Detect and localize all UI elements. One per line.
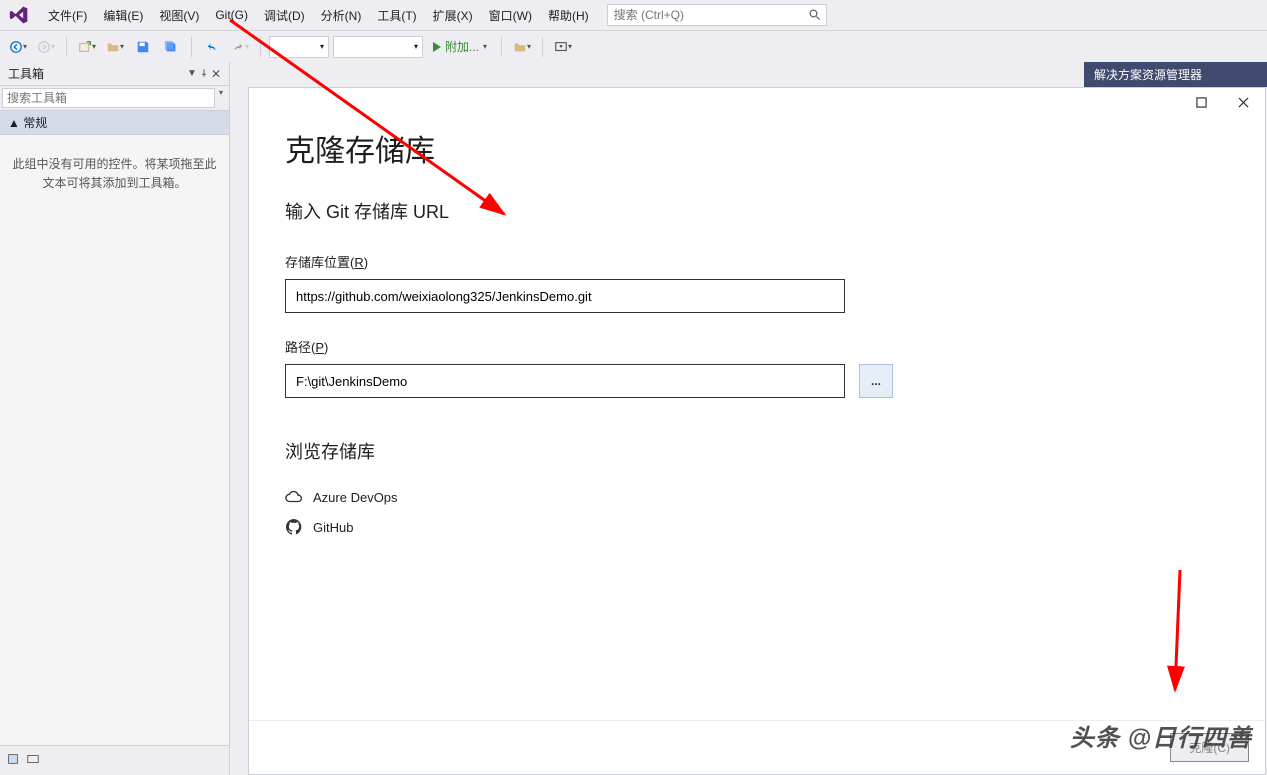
toolbox-panel: 工具箱 ▼ ✕ ▾ ▲ 常规 此组中没有可用的控件。将某项拖至此文本可将其添加到… (0, 62, 230, 775)
toolbox-search-input[interactable] (2, 88, 215, 108)
redo-icon[interactable]: ▾ (228, 35, 252, 59)
global-search[interactable] (607, 4, 827, 26)
provider-azure-label: Azure DevOps (313, 490, 398, 505)
dropdown-icon[interactable]: ▼ (187, 68, 197, 79)
close-icon[interactable] (1229, 91, 1257, 113)
attach-button[interactable]: 附加...▾ (427, 35, 493, 59)
footer-icon-2[interactable] (26, 752, 40, 769)
browse-path-button[interactable]: ... (859, 364, 893, 398)
toolbox-search: ▾ (0, 86, 229, 111)
undo-icon[interactable] (200, 35, 224, 59)
clone-titlebar (249, 88, 1265, 116)
path-input[interactable] (285, 364, 845, 398)
search-icon[interactable] (804, 9, 826, 21)
toolbox-footer (0, 745, 229, 775)
clone-title: 克隆存储库 (285, 126, 1229, 170)
path-label: 路径(P) (285, 337, 1229, 356)
menu-git[interactable]: Git(G) (207, 4, 256, 26)
menu-view[interactable]: 视图(V) (151, 3, 207, 28)
menu-edit[interactable]: 编辑(E) (95, 3, 151, 28)
nav-back-icon[interactable]: ▾ (6, 35, 30, 59)
toolbox-section-general[interactable]: ▲ 常规 (0, 111, 229, 135)
menu-extensions[interactable]: 扩展(X) (425, 3, 481, 28)
toolbox-header: 工具箱 ▼ ✕ (0, 62, 229, 86)
clone-subtitle: 输入 Git 存储库 URL (285, 198, 1229, 224)
menu-help[interactable]: 帮助(H) (540, 3, 597, 28)
browse-repo-title: 浏览存储库 (285, 438, 1229, 464)
maximize-icon[interactable] (1187, 91, 1215, 113)
play-icon (433, 42, 441, 52)
provider-azure-devops[interactable]: Azure DevOps (285, 482, 1229, 512)
toolbox-empty-text: 此组中没有可用的控件。将某项拖至此文本可将其添加到工具箱。 (0, 135, 229, 745)
github-icon (285, 518, 303, 536)
folder-view-icon[interactable]: ▾ (510, 35, 534, 59)
solution-config-combo[interactable]: ▾ (269, 36, 329, 58)
nav-forward-icon[interactable]: ▾ (34, 35, 58, 59)
menu-tools[interactable]: 工具(T) (369, 3, 424, 28)
global-search-input[interactable] (608, 8, 804, 22)
vs-logo-icon (6, 2, 32, 28)
toolbox-title: 工具箱 (8, 65, 44, 82)
cloud-icon (285, 488, 303, 506)
location-input[interactable] (285, 279, 845, 313)
pin-icon[interactable] (199, 67, 209, 81)
new-project-icon[interactable]: ▾ (75, 35, 99, 59)
provider-github-label: GitHub (313, 520, 353, 535)
menu-window[interactable]: 窗口(W) (481, 3, 540, 28)
solution-platform-combo[interactable]: ▾ (333, 36, 423, 58)
menu-debug[interactable]: 调试(D) (256, 3, 313, 28)
watermark: 头条 @日行四善 (1070, 718, 1252, 753)
open-file-icon[interactable]: ▾ (103, 35, 127, 59)
location-label: 存储库位置(R) (285, 252, 1229, 271)
search-dropdown-icon[interactable]: ▾ (215, 88, 227, 108)
menubar: 文件(F) 编辑(E) 视图(V) Git(G) 调试(D) 分析(N) 工具(… (0, 0, 1267, 30)
provider-github[interactable]: GitHub (285, 512, 1229, 542)
live-share-icon[interactable]: ▾ (551, 35, 575, 59)
clone-repository-panel: 克隆存储库 输入 Git 存储库 URL 存储库位置(R) 路径(P) ... … (248, 87, 1266, 775)
save-icon[interactable] (131, 35, 155, 59)
toolbar: ▾ ▾ ▾ ▾ ▾ ▾ ▾ 附加...▾ ▾ ▾ (0, 30, 1267, 62)
close-icon[interactable]: ✕ (211, 67, 221, 81)
attach-label: 附加... (445, 38, 479, 55)
solution-explorer-header[interactable]: 解决方案资源管理器 (1084, 62, 1267, 87)
main-area: 解决方案资源管理器 克隆存储库 输入 Git 存储库 URL 存储库位置(R) … (230, 62, 1267, 775)
menu-analyze[interactable]: 分析(N) (313, 3, 370, 28)
footer-icon-1[interactable] (6, 752, 20, 769)
menu-file[interactable]: 文件(F) (40, 3, 95, 28)
save-all-icon[interactable] (159, 35, 183, 59)
